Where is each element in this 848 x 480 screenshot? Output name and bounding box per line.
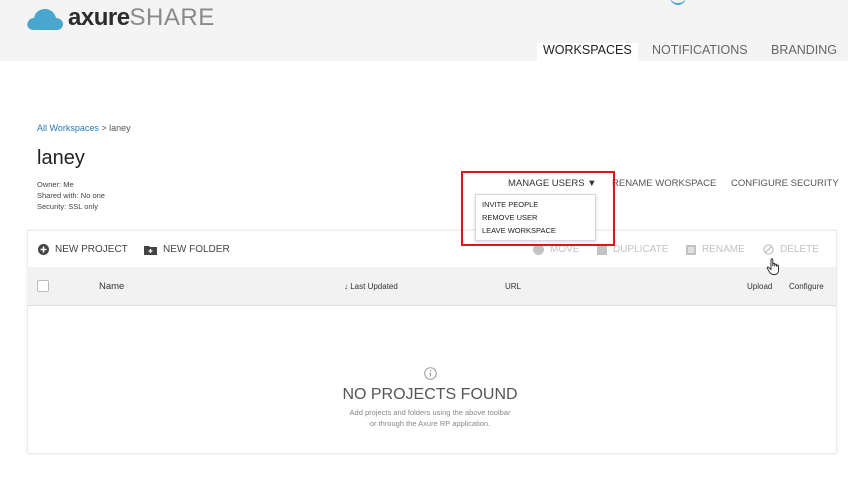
new-project-label: NEW PROJECT	[55, 244, 128, 255]
breadcrumb-all-workspaces[interactable]: All Workspaces	[37, 123, 99, 133]
sort-down-icon: ↓	[344, 282, 348, 291]
info-icon	[424, 367, 437, 380]
new-folder-label: NEW FOLDER	[163, 244, 230, 255]
empty-state-line-1: Add projects and folders using the above…	[349, 408, 511, 417]
logo-light-text: SHARE	[129, 4, 215, 31]
page-title: laney	[37, 147, 85, 169]
security-text: Security: SSL only	[37, 202, 98, 211]
hand-cursor-icon	[766, 258, 779, 275]
column-url[interactable]: URL	[505, 282, 521, 291]
select-all-checkbox[interactable]	[37, 280, 49, 292]
empty-state-line-2: or through the Axure RP application.	[369, 419, 491, 428]
new-project-button[interactable]: NEW PROJECT	[38, 244, 128, 255]
rename-icon	[686, 244, 696, 255]
folder-plus-icon	[144, 245, 157, 255]
rename-label: RENAME	[702, 244, 745, 255]
duplicate-icon	[597, 244, 607, 255]
rename-workspace-button[interactable]: RENAME WORKSPACE	[612, 178, 716, 189]
cloud-logo-icon	[27, 9, 63, 30]
delete-icon	[763, 244, 774, 255]
breadcrumb: All Workspaces > laney	[37, 123, 131, 133]
tab-workspaces[interactable]: WORKSPACES	[537, 43, 638, 61]
column-last-updated[interactable]: ↓ Last Updated	[344, 282, 398, 291]
table-header	[27, 267, 836, 306]
breadcrumb-current: laney	[109, 123, 131, 133]
duplicate-label: DUPLICATE	[613, 244, 669, 255]
column-upload: Upload	[747, 282, 773, 291]
column-last-updated-label: Last Updated	[350, 282, 398, 291]
column-name[interactable]: Name	[99, 281, 124, 292]
delete-button[interactable]: DELETE	[763, 244, 819, 255]
tab-notifications[interactable]: NOTIFICATIONS	[652, 43, 748, 61]
highlight-box	[461, 171, 615, 246]
shared-text: Shared with: No one	[37, 191, 105, 200]
rename-button[interactable]: RENAME	[686, 244, 745, 255]
column-configure: Configure	[789, 282, 824, 291]
owner-text: Owner: Me	[37, 180, 74, 189]
empty-state-title: NO PROJECTS FOUND	[342, 386, 518, 403]
app-logo[interactable]: axureSHARE	[68, 4, 215, 32]
breadcrumb-separator: >	[98, 123, 110, 133]
logo-bold-text: axure	[68, 4, 130, 31]
delete-label: DELETE	[780, 244, 819, 255]
new-folder-button[interactable]: NEW FOLDER	[144, 244, 230, 255]
add-circle-icon	[38, 244, 49, 255]
configure-security-button[interactable]: CONFIGURE SECURITY	[731, 178, 839, 189]
tab-branding[interactable]: BRANDING	[771, 43, 837, 61]
